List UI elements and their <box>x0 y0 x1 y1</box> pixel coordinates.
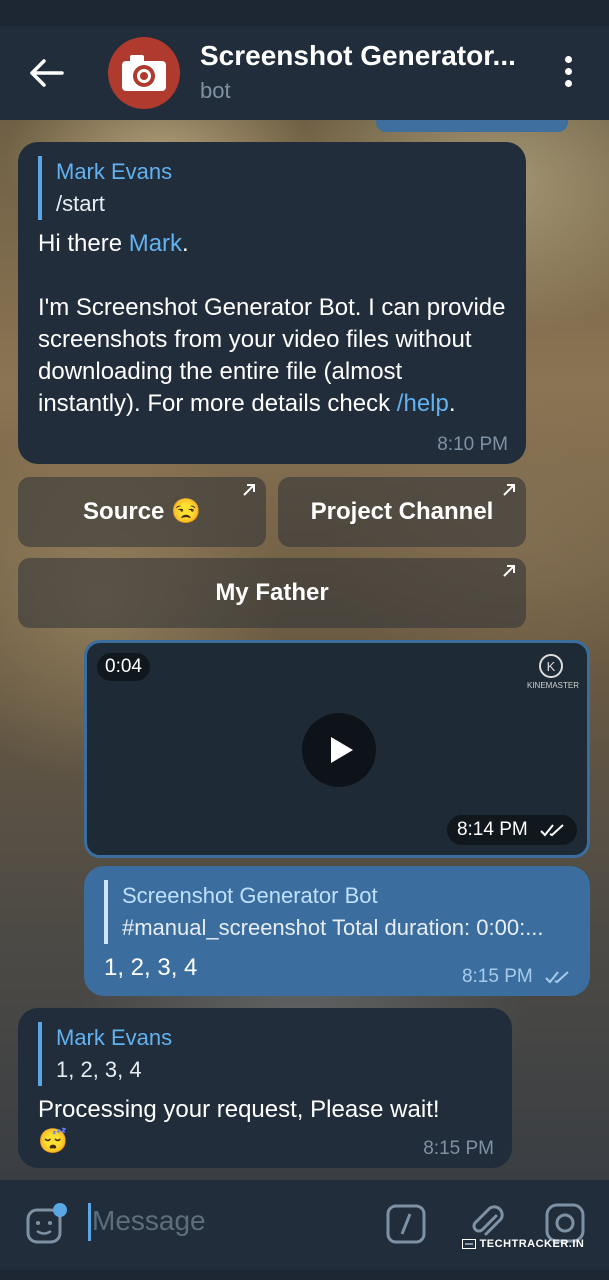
external-link-icon <box>503 565 515 577</box>
outgoing-message[interactable]: Screenshot Generator Bot #manual_screens… <box>84 866 590 996</box>
quote-author: Mark Evans <box>56 1025 173 1050</box>
welcome-message[interactable]: Mark Evans /start Hi there Mark. I'm Scr… <box>18 142 526 464</box>
chat-header: Screenshot Generator... bot <box>0 26 609 120</box>
techtracker-watermark: TECHTRACKER.IN <box>462 1238 584 1250</box>
video-message[interactable]: 0:04 K KINEMASTER 8:14 PM <box>84 640 590 858</box>
play-icon <box>331 737 353 763</box>
message-text: 1, 2, 3, 4 <box>104 954 198 981</box>
bot-commands-button[interactable] <box>386 1204 426 1244</box>
quote-author: Mark Evans <box>56 159 173 184</box>
slash-command-icon <box>386 1204 426 1244</box>
kinemaster-watermark: K KINEMASTER <box>527 653 579 693</box>
double-check-icon <box>540 824 564 837</box>
sticker-icon <box>26 1203 67 1244</box>
message-text: Hi there Mark. I'm Screenshot Generator … <box>38 230 506 417</box>
play-button[interactable] <box>302 713 376 787</box>
navigation-bar <box>0 1270 609 1280</box>
back-button[interactable] <box>28 58 68 88</box>
quote-text: #manual_screenshot Total duration: 0:00:… <box>122 915 544 940</box>
message-input[interactable]: Message <box>92 1205 206 1237</box>
reply-quote[interactable]: Mark Evans 1, 2, 3, 4 <box>38 1022 496 1086</box>
reply-quote[interactable]: Screenshot Generator Bot #manual_screens… <box>104 880 572 944</box>
arrow-left-icon <box>30 59 64 87</box>
help-command-link[interactable]: /help <box>397 390 449 417</box>
quote-text: /start <box>56 191 105 216</box>
status-bar <box>0 0 609 26</box>
svg-text:K: K <box>547 659 556 674</box>
sticker-button[interactable] <box>24 1202 68 1246</box>
double-check-icon <box>545 971 569 984</box>
message-time: 8:10 PM <box>437 434 508 455</box>
mention-link[interactable]: Mark <box>129 230 182 257</box>
techtracker-logo-icon <box>462 1239 476 1250</box>
message-time: 8:14 PM <box>446 815 577 845</box>
my-father-button[interactable]: My Father <box>18 558 526 628</box>
chat-title[interactable]: Screenshot Generator... <box>200 40 530 72</box>
message-time: 8:15 PM <box>462 966 572 988</box>
project-channel-button[interactable]: Project Channel <box>278 477 526 547</box>
quote-text: 1, 2, 3, 4 <box>56 1057 142 1082</box>
kinemaster-logo-icon: K <box>539 654 563 678</box>
avatar[interactable] <box>108 37 180 109</box>
source-button[interactable]: Source 😒 <box>18 477 266 547</box>
previous-message <box>376 120 568 132</box>
external-link-icon <box>243 484 255 496</box>
quote-author: Screenshot Generator Bot <box>122 883 378 908</box>
more-options-icon[interactable] <box>558 56 578 90</box>
video-duration: 0:04 <box>97 653 150 681</box>
reply-quote[interactable]: Mark Evans /start <box>38 156 496 220</box>
chat-area[interactable]: Mark Evans /start Hi there Mark. I'm Scr… <box>0 120 609 1180</box>
text-caret <box>88 1203 91 1241</box>
processing-message[interactable]: Mark Evans 1, 2, 3, 4 Processing your re… <box>18 1008 512 1168</box>
camera-icon <box>122 55 166 91</box>
external-link-icon <box>503 484 515 496</box>
chat-subtitle: bot <box>200 78 231 103</box>
message-time: 8:15 PM <box>423 1138 494 1159</box>
